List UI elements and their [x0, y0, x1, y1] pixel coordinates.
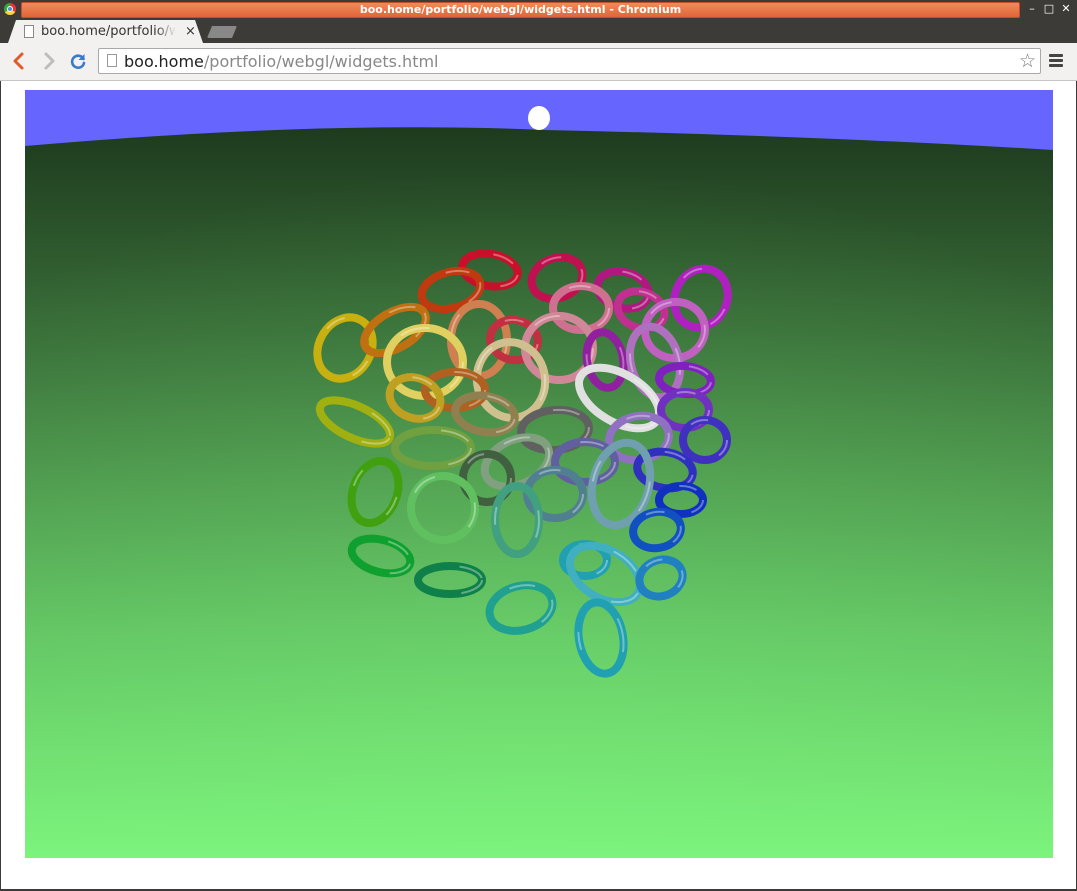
forward-arrow-icon	[44, 52, 55, 70]
tab-title: boo.home/portfolio/widgets.html	[41, 24, 176, 39]
sun	[528, 106, 550, 130]
address-bar[interactable]: boo.home/portfolio/webgl/widgets.html ☆	[98, 48, 1041, 74]
back-arrow-icon	[13, 52, 24, 70]
new-tab-button[interactable]	[207, 26, 237, 38]
menu-icon[interactable]	[1047, 52, 1065, 70]
window-titlebar: boo.home/portfolio/webgl/widgets.html - …	[0, 0, 1077, 19]
reload-button[interactable]	[68, 51, 88, 71]
bookmark-star-icon[interactable]: ☆	[1019, 50, 1036, 72]
tab-close-icon[interactable]: ×	[185, 23, 196, 40]
reload-icon	[70, 54, 86, 69]
close-window-icon[interactable]: ✕	[1060, 3, 1072, 15]
forward-button[interactable]	[39, 51, 59, 71]
tab-active[interactable]: boo.home/portfolio/widgets.html ×	[8, 20, 203, 43]
chromium-icon	[4, 3, 16, 15]
window-title: boo.home/portfolio/webgl/widgets.html - …	[21, 2, 1020, 18]
page-icon	[107, 54, 117, 67]
maximize-icon[interactable]: □	[1043, 3, 1055, 15]
back-button[interactable]	[9, 51, 29, 71]
tab-strip: boo.home/portfolio/widgets.html ×	[0, 19, 1077, 43]
page-content	[1, 81, 1076, 889]
page-icon	[24, 25, 34, 38]
minimize-icon[interactable]: –	[1026, 3, 1038, 15]
url-text: boo.home/portfolio/webgl/widgets.html	[124, 52, 439, 71]
webgl-canvas[interactable]	[25, 90, 1053, 858]
browser-toolbar: boo.home/portfolio/webgl/widgets.html ☆	[0, 43, 1077, 81]
